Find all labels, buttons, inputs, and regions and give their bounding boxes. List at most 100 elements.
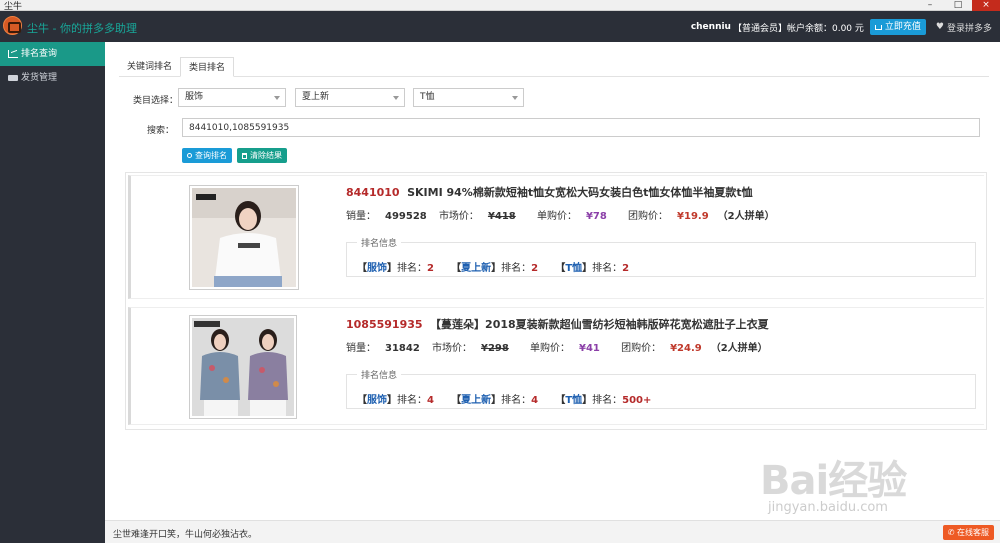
user-level: 【普通会员】 bbox=[732, 23, 787, 34]
group-price-label: 团购价： bbox=[621, 343, 662, 354]
minimize-icon[interactable]: – bbox=[916, 0, 944, 11]
sidebar-item-shipping[interactable]: 发货管理 bbox=[0, 66, 105, 90]
os-titlebar: 尘牛 – □ × bbox=[0, 0, 1000, 12]
category-select-3[interactable]: T恤 bbox=[413, 88, 524, 107]
account-balance: 帐户余额：0.00 元 bbox=[786, 23, 864, 34]
rank-label: 排名： bbox=[501, 395, 532, 406]
single-price-label: 单购价： bbox=[536, 211, 577, 222]
login-pdd-link[interactable]: ♥ 登录拼多多 bbox=[936, 21, 992, 34]
close-icon[interactable]: × bbox=[972, 0, 1000, 11]
rank-label: 排名： bbox=[592, 395, 623, 406]
sales-label: 销量： bbox=[346, 211, 376, 222]
category-select-1-value: 服饰 bbox=[185, 92, 204, 102]
chat-icon: ✆ bbox=[947, 528, 957, 537]
truck-icon bbox=[8, 75, 18, 81]
rank-info-box: 排名信息 【服饰】排名：4 【夏上新】排名：4 【T恤】排名：500+ bbox=[346, 368, 976, 409]
price-line: 销量： 31842 市场价： ¥298 单购价： ¥41 团购价： ¥24.9 （2人拼单… bbox=[346, 339, 786, 354]
sales-value: 499528 bbox=[385, 211, 427, 222]
rank-value: 2 bbox=[531, 263, 539, 274]
clear-results-button[interactable]: 清除结果 bbox=[237, 148, 287, 163]
product-photo-chiffon bbox=[192, 318, 294, 416]
group-price: ¥19.9 bbox=[677, 211, 709, 222]
category-select-3-value: T恤 bbox=[420, 92, 435, 102]
sidebar: 排名查询 发货管理 bbox=[0, 42, 105, 543]
rank-info-title: 排名信息 bbox=[357, 236, 402, 249]
rank-value: 500+ bbox=[622, 395, 652, 406]
query-rank-button[interactable]: 查询排名 bbox=[182, 148, 232, 163]
sidebar-item-label: 排名查询 bbox=[21, 49, 58, 59]
product-id[interactable]: 8441010 bbox=[346, 186, 400, 199]
login-pdd-label: 登录拼多多 bbox=[946, 23, 992, 34]
market-price-label: 市场价： bbox=[431, 343, 472, 354]
rank-category: T恤 bbox=[565, 263, 583, 274]
sales-label: 销量： bbox=[346, 343, 376, 354]
heart-icon: ♥ bbox=[935, 22, 944, 32]
rank-category: 夏上新 bbox=[461, 263, 492, 274]
tab-keyword-rank[interactable]: 关键词排名 bbox=[119, 57, 180, 77]
product-image[interactable] bbox=[189, 315, 297, 419]
app-header: 尘牛 - 你的拼多多助理 chenniu 【普通会员】 帐户余额：0.00 元 … bbox=[0, 11, 1000, 42]
recharge-button[interactable]: 立即充值 bbox=[869, 19, 926, 35]
group-note: （2人拼单） bbox=[710, 343, 768, 354]
rank-category: 服饰 bbox=[367, 263, 387, 274]
chevron-down-icon bbox=[274, 96, 280, 100]
rank-label: 排名： bbox=[397, 395, 427, 406]
price-line: 销量： 499528 市场价： ¥418 单购价： ¥78 团购价： ¥19.9 （2人拼… bbox=[346, 207, 793, 222]
recharge-label: 立即充值 bbox=[884, 22, 921, 32]
chevron-down-icon bbox=[393, 96, 399, 100]
online-service-button[interactable]: ✆ 在线客服 bbox=[942, 525, 994, 540]
product-photo-tshirt bbox=[192, 188, 296, 287]
category-select-2[interactable]: 夏上新 bbox=[295, 88, 405, 107]
clear-results-label: 清除结果 bbox=[250, 151, 282, 160]
trash-icon bbox=[242, 152, 247, 159]
tab-category-rank[interactable]: 类目排名 bbox=[180, 57, 235, 77]
rank-category: 夏上新 bbox=[461, 395, 492, 406]
rank-value: 2 bbox=[427, 263, 434, 274]
main-content: 关键词排名 类目排名 类目选择： 服饰 夏上新 T恤 搜索： 查询排名 清除结果 bbox=[105, 42, 1000, 520]
search-icon bbox=[187, 153, 192, 158]
footer-quote: 尘世难逢开口笑，牛山何必独沾衣。 bbox=[113, 530, 258, 540]
app-logo bbox=[3, 16, 22, 35]
search-label: 搜索： bbox=[147, 126, 175, 136]
product-title: 1085591935 【蔓莲朵】2018夏装新款超仙雪纺衫短袖韩版碎花宽松遮肚子… bbox=[346, 316, 769, 332]
rank-value: 2 bbox=[622, 263, 630, 274]
group-price: ¥24.9 bbox=[670, 343, 702, 354]
product-image[interactable] bbox=[189, 185, 299, 290]
single-price: ¥78 bbox=[585, 211, 607, 222]
market-price: ¥298 bbox=[480, 343, 509, 354]
rank-value: 4 bbox=[531, 395, 539, 406]
rank-line: 【服饰】排名：2 【夏上新】排名：2 【T恤】排名：2 bbox=[357, 263, 630, 274]
group-price-label: 团购价： bbox=[628, 211, 669, 222]
window-controls: – □ × bbox=[916, 0, 1000, 11]
search-input[interactable] bbox=[182, 118, 980, 137]
product-title: 8441010 SKIMI 94%棉新款短袖t恤女宽松大码女装白色t恤女体恤半袖… bbox=[346, 184, 753, 200]
rank-label: 排名： bbox=[592, 263, 623, 274]
single-price: ¥41 bbox=[579, 343, 600, 354]
result-card: 8441010 SKIMI 94%棉新款短袖t恤女宽松大码女装白色t恤女体恤半袖… bbox=[128, 175, 984, 299]
single-price-label: 单购价： bbox=[530, 343, 571, 354]
results-list: 8441010 SKIMI 94%棉新款短袖t恤女宽松大码女装白色t恤女体恤半袖… bbox=[125, 172, 987, 430]
line-chart-icon bbox=[8, 50, 18, 58]
market-price-label: 市场价： bbox=[438, 211, 479, 222]
query-rank-label: 查询排名 bbox=[195, 151, 227, 160]
maximize-icon[interactable]: □ bbox=[944, 0, 972, 11]
category-select-1[interactable]: 服饰 bbox=[178, 88, 286, 107]
tab-bar: 关键词排名 类目排名 bbox=[119, 57, 989, 77]
cart-icon bbox=[874, 24, 882, 30]
rank-value: 4 bbox=[427, 395, 434, 406]
product-name: SKIMI 94%棉新款短袖t恤女宽松大码女装白色t恤女体恤半袖夏款t恤 bbox=[407, 186, 753, 199]
app-title: 尘牛 - 你的拼多多助理 bbox=[27, 22, 137, 35]
rank-label: 排名： bbox=[501, 263, 532, 274]
market-price: ¥418 bbox=[487, 211, 516, 222]
online-service-label: 在线客服 bbox=[957, 528, 989, 537]
rank-category: 服饰 bbox=[367, 395, 387, 406]
product-name: 【蔓莲朵】2018夏装新款超仙雪纺衫短袖韩版碎花宽松遮肚子上衣夏 bbox=[430, 318, 769, 331]
result-card: 1085591935 【蔓莲朵】2018夏装新款超仙雪纺衫短袖韩版碎花宽松遮肚子… bbox=[128, 307, 984, 425]
rank-info-title: 排名信息 bbox=[357, 368, 402, 381]
category-label: 类目选择： bbox=[133, 96, 179, 106]
group-note: （2人拼单） bbox=[717, 211, 775, 222]
sidebar-item-rank-query[interactable]: 排名查询 bbox=[0, 42, 105, 66]
sidebar-item-label: 发货管理 bbox=[21, 73, 58, 83]
product-id[interactable]: 1085591935 bbox=[346, 318, 423, 331]
rank-info-box: 排名信息 【服饰】排名：2 【夏上新】排名：2 【T恤】排名：2 bbox=[346, 236, 976, 277]
